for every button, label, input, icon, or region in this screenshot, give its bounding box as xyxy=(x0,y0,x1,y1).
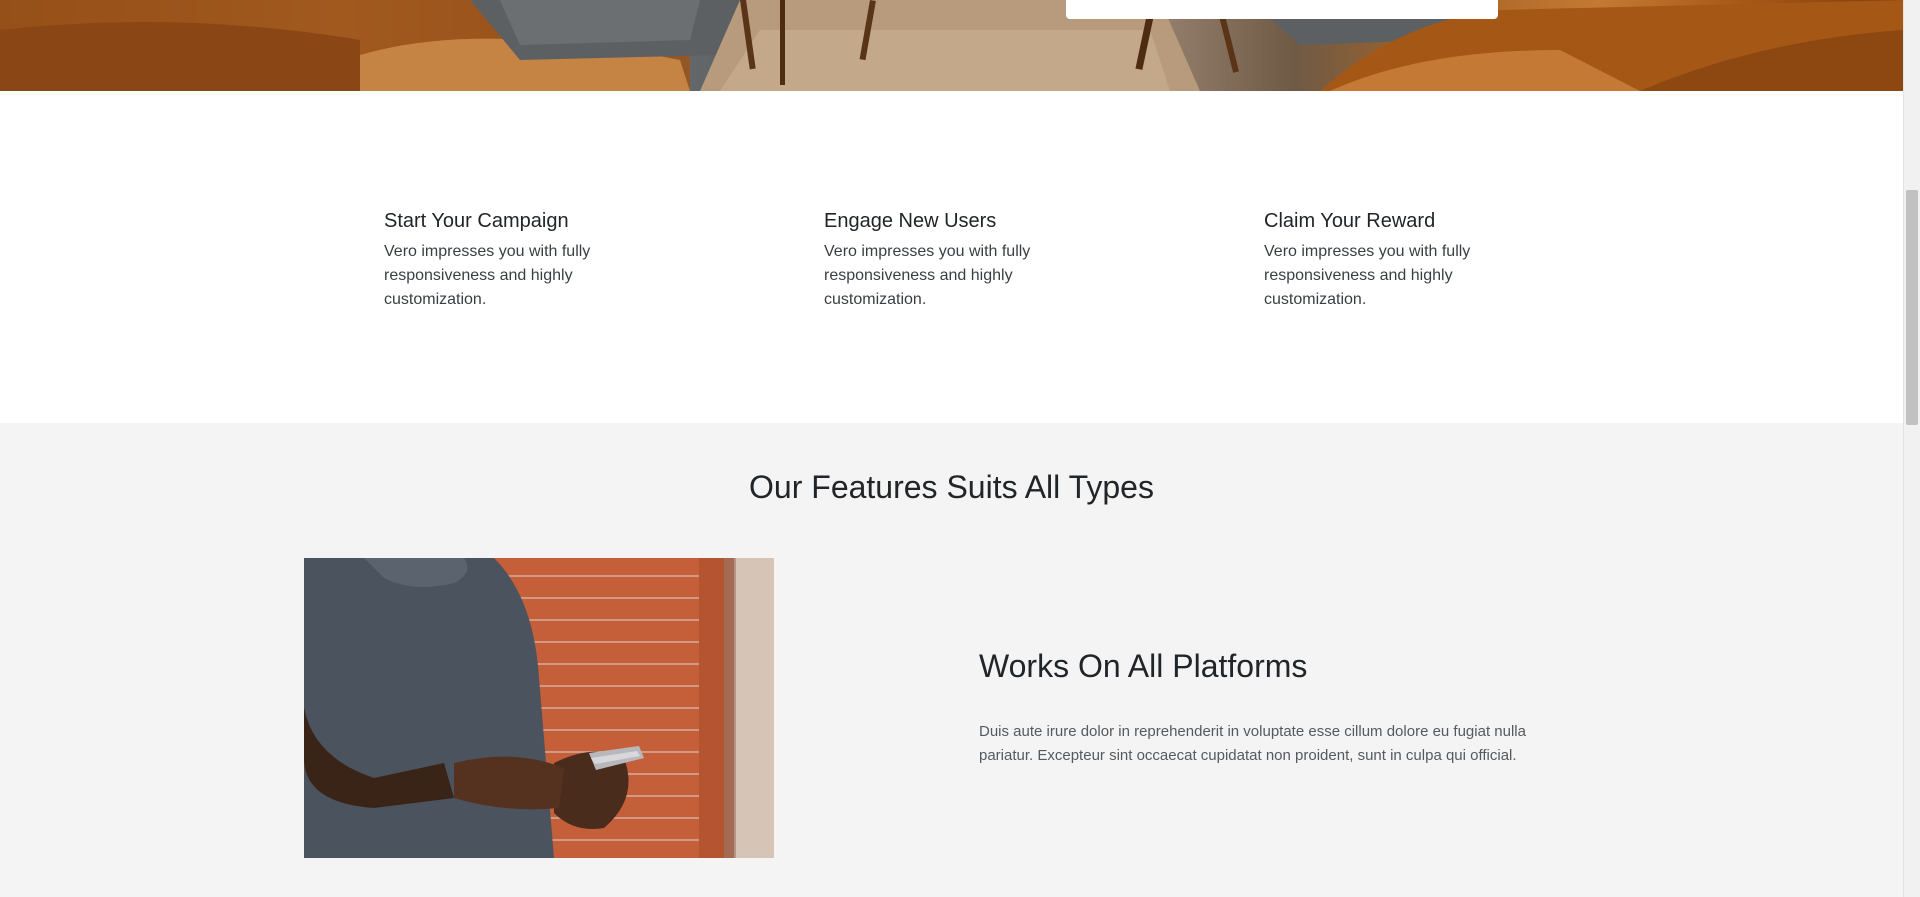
step-text: Vero impresses you with fully responsive… xyxy=(384,243,591,308)
step-text: Vero impresses you with fully responsive… xyxy=(1264,243,1471,308)
step-title: Start Your Campaign xyxy=(384,210,569,232)
step-claim-reward: Claim Your Reward Vero impresses you wit… xyxy=(1264,208,1524,312)
feature-text: Duis aute irure dolor in reprehenderit i… xyxy=(979,723,1526,764)
steps-section: Start Your Campaign Vero impresses you w… xyxy=(0,91,1903,423)
step-title: Engage New Users xyxy=(824,210,997,232)
hero-illustration xyxy=(0,0,1903,91)
feature-photo xyxy=(304,558,774,858)
features-section: Our Features Suits All Types Works On Al… xyxy=(0,423,1903,897)
person-with-phone-illustration xyxy=(304,558,774,858)
page: Start Your Campaign Vero impresses you w… xyxy=(0,0,1903,897)
page-scrollbar[interactable] xyxy=(1903,0,1920,897)
hero-image xyxy=(0,0,1903,91)
step-title: Claim Your Reward xyxy=(1264,210,1436,232)
feature-heading: Works On All Platforms xyxy=(979,648,1308,684)
features-title: Our Features Suits All Types xyxy=(749,469,1154,505)
step-start-campaign: Start Your Campaign Vero impresses you w… xyxy=(384,208,644,312)
scrollbar-thumb[interactable] xyxy=(1906,190,1918,425)
step-text: Vero impresses you with fully responsive… xyxy=(824,243,1031,308)
step-engage-users: Engage New Users Vero impresses you with… xyxy=(824,208,1084,312)
hero-card xyxy=(1066,0,1498,19)
